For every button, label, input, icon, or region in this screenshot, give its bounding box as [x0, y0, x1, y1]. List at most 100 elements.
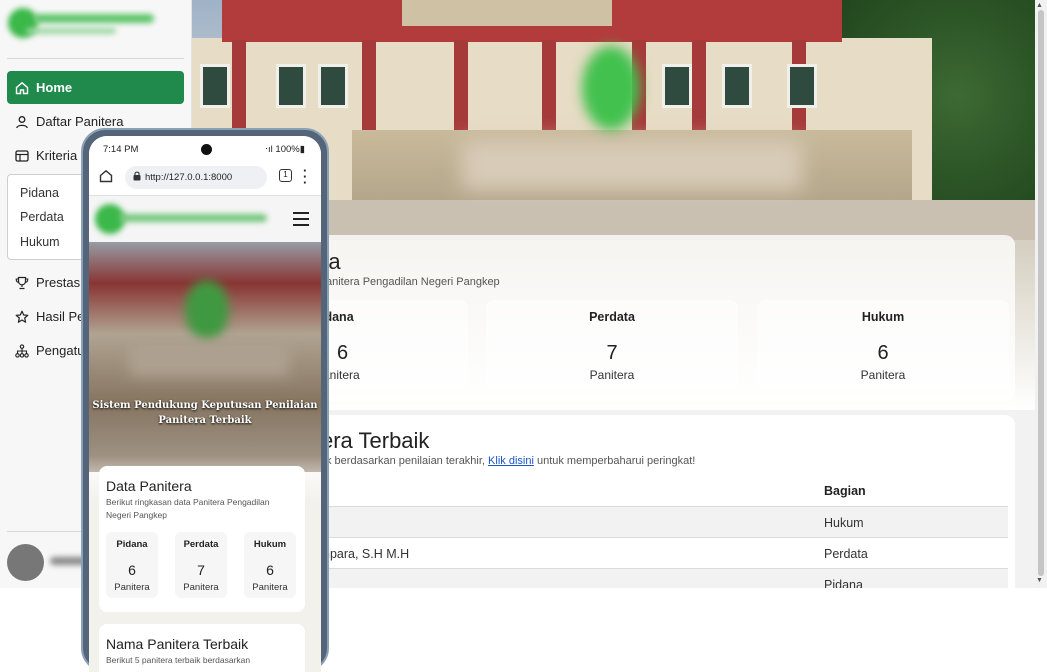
table-row[interactable]: npara, S.H M.H Perdata: [313, 537, 1008, 568]
top-card-title: era Terbaik: [321, 428, 430, 453]
status-time: 7:14 PM: [103, 144, 139, 155]
phone-mockup: 7:14 PM ⋅ıl 100%▮ http://127.0.0.1:8000 …: [81, 128, 329, 672]
phone-hero-overlay: [89, 242, 321, 472]
top-card-subtitle-pre: k berdasarkan penilaian terakhir,: [326, 455, 485, 467]
phone-stat-hukum: Hukum 6 Panitera: [244, 532, 296, 598]
star-icon: [15, 310, 29, 324]
browser-menu-icon[interactable]: · · ·: [303, 164, 307, 189]
refresh-ranking-link[interactable]: Klik disini: [488, 455, 534, 467]
submenu-item-pidana[interactable]: Pidana: [20, 186, 59, 200]
phone-logo-text-blur: [119, 214, 267, 222]
top-card-subtitle-post: untuk memperbaharui peringkat!: [536, 455, 696, 467]
tab-count-button[interactable]: 1: [279, 169, 292, 182]
phone-screen: 7:14 PM ⋅ıl 100%▮ http://127.0.0.1:8000 …: [89, 136, 321, 672]
trophy-icon: [15, 276, 29, 290]
stat-value: 7: [197, 562, 205, 578]
hamburger-menu-icon[interactable]: [293, 212, 309, 230]
top-card-subtitle: k berdasarkan penilaian terakhir, Klik d…: [326, 455, 695, 467]
scroll-thumb[interactable]: [1038, 10, 1044, 576]
cell-bagian: Hukum: [824, 516, 864, 530]
phone-hero-caption: Sistem Pendukung Keputusan Penilaian Pan…: [89, 398, 321, 428]
submenu-item-hukum[interactable]: Hukum: [20, 235, 60, 249]
stat-pidana: idana 6 anitera: [313, 300, 468, 388]
cell-name: npara, S.H M.H: [323, 547, 410, 561]
phone-data-card-subtitle: Berikut ringkasan data Panitera Pengadil…: [106, 497, 270, 520]
phone-top-card: Nama Panitera Terbaik Berikut 5 panitera…: [99, 624, 305, 672]
avatar[interactable]: [7, 544, 44, 581]
stat-unit: anitera: [323, 368, 360, 382]
phone-stat-pidana: Pidana 6 Panitera: [106, 532, 158, 598]
stat-label: Perdata: [589, 310, 635, 324]
hero-caption-line2: Panitera Terbaik: [158, 415, 252, 426]
phone-site-header: [89, 196, 321, 242]
building-window: [662, 64, 692, 108]
stat-value: 6: [877, 342, 889, 364]
user-icon: [15, 115, 29, 129]
hero-caption-line1: Sistem Pendukung Keputusan Penilaian: [92, 400, 318, 411]
phone-status-bar: 7:14 PM ⋅ıl 100%▮: [89, 136, 321, 160]
hero-logo-blur: [582, 46, 640, 130]
logo-text-blur: [34, 14, 154, 23]
submenu-item-perdata[interactable]: Perdata: [20, 210, 64, 224]
stat-perdata: Perdata 7 Panitera: [486, 300, 738, 388]
page-scrollbar[interactable]: ▲ ▼: [1035, 0, 1047, 588]
stat-unit: Panitera: [860, 368, 906, 382]
table-row[interactable]: Pidana: [313, 568, 1008, 588]
phone-data-card: Data Panitera Berikut ringkasan data Pan…: [99, 466, 305, 612]
stat-value: 6: [128, 562, 136, 578]
phone-top-card-subtitle: Berikut 5 panitera terbaik berdasarkan: [106, 655, 251, 665]
phone-stat-perdata: Perdata 7 Panitera: [175, 532, 227, 598]
building-window: [787, 64, 817, 108]
data-card-subtitle: anitera Pengadilan Negeri Pangkep: [326, 276, 500, 288]
signal-icon: ⋅ıl: [265, 144, 276, 155]
stat-value: 7: [606, 342, 618, 364]
stat-label: idana: [321, 310, 354, 324]
lock-icon: [133, 171, 141, 184]
scroll-down-arrow-icon[interactable]: ▼: [1036, 577, 1043, 584]
sidebar-item-label: Home: [36, 80, 73, 95]
hero-blur-band: [462, 140, 802, 190]
phone-hero-photo: Sistem Pendukung Keputusan Penilaian Pan…: [89, 242, 321, 472]
cell-bagian: Perdata: [824, 547, 868, 561]
building-gable: [402, 0, 612, 30]
stat-value: 6: [337, 342, 349, 364]
sidebar-item-label: Prestasi: [36, 275, 83, 290]
sidebar-item-label: Daftar Panitera: [36, 114, 124, 129]
stat-label: Hukum: [861, 310, 905, 324]
screen: Home Daftar Panitera Kriteria P Pidana P…: [0, 0, 1047, 672]
table-row[interactable]: Hukum: [313, 506, 1008, 537]
camera-icon: [201, 144, 212, 155]
status-battery: ⋅ıl 100%▮: [265, 144, 305, 155]
building-window: [276, 64, 306, 108]
stat-value: 6: [266, 562, 274, 578]
stat-hukum: Hukum 6 Panitera: [757, 300, 1009, 388]
browser-url-bar: http://127.0.0.1:8000 1 · · ·: [89, 160, 321, 196]
stat-unit: Panitera: [183, 582, 219, 593]
scroll-up-arrow-icon[interactable]: ▲: [1036, 2, 1043, 9]
sidebar-item-home[interactable]: Home: [7, 71, 184, 104]
sidebar-divider: [7, 58, 184, 59]
phone-top-card-title: Nama Panitera Terbaik: [106, 636, 249, 652]
url-text: http://127.0.0.1:8000: [145, 172, 233, 183]
stat-label: Perdata: [183, 539, 219, 550]
cell-bagian: Pidana: [824, 578, 863, 588]
sitemap-icon: [15, 343, 29, 358]
stat-label: Pidana: [116, 539, 148, 550]
sidebar-item-label: Pengatu: [36, 343, 85, 358]
table-icon: [15, 149, 29, 163]
home-icon: [15, 81, 29, 95]
stat-unit: Panitera: [252, 582, 288, 593]
building-window: [318, 64, 348, 108]
battery-level: 100%: [275, 144, 300, 155]
stat-unit: Panitera: [114, 582, 150, 593]
brand-logo[interactable]: [6, 4, 156, 44]
phone-data-card-title: Data Panitera: [106, 478, 192, 494]
building-window: [722, 64, 752, 108]
stat-label: Hukum: [253, 539, 287, 550]
battery-icon: ▮: [299, 144, 305, 155]
logo-subtext-blur: [26, 28, 116, 34]
building-window: [200, 64, 230, 108]
browser-home-icon[interactable]: [99, 169, 113, 188]
stat-unit: Panitera: [589, 368, 635, 382]
address-field[interactable]: http://127.0.0.1:8000: [125, 166, 267, 189]
